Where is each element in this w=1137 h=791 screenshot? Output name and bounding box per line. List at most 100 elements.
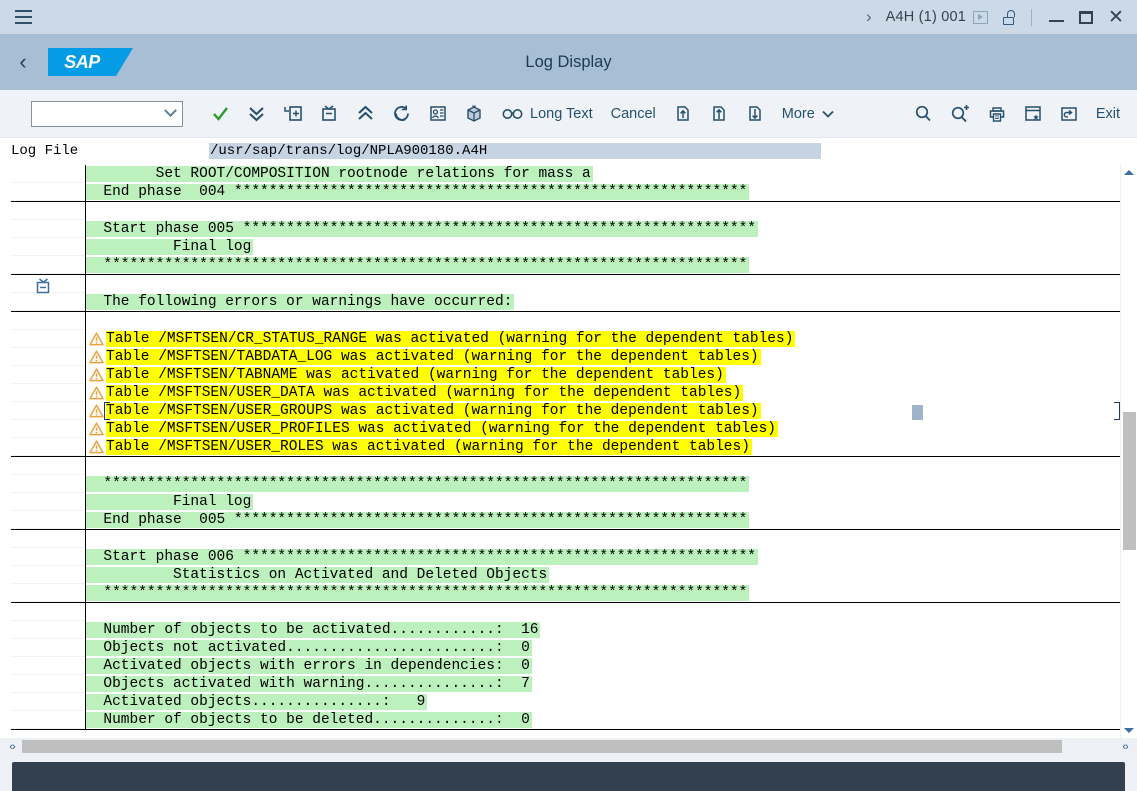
upload-button[interactable]: [701, 97, 737, 131]
collapse-all-button[interactable]: [347, 97, 384, 131]
long-text-button[interactable]: Long Text: [492, 97, 602, 131]
gutter-cell[interactable]: [11, 493, 85, 511]
gutter-cell[interactable]: [11, 348, 85, 366]
check-button[interactable]: [203, 97, 238, 131]
gutter-cell[interactable]: [11, 202, 85, 220]
expand-all-button[interactable]: [238, 97, 275, 131]
log-row[interactable]: ****************************************…: [86, 475, 1120, 493]
exit-button[interactable]: Exit: [1087, 97, 1129, 131]
hscroll-right-button[interactable]: ‹›: [1115, 741, 1135, 753]
collapse-node-button[interactable]: [311, 97, 347, 131]
package-button[interactable]: [456, 97, 492, 131]
gutter-cell[interactable]: [11, 384, 85, 402]
log-row[interactable]: Activated objects...............: 9: [86, 693, 1120, 711]
gutter-cell[interactable]: [11, 675, 85, 693]
gutter-cell[interactable]: [11, 238, 85, 256]
gutter-cell[interactable]: [11, 711, 85, 729]
log-row[interactable]: End phase 005 **************************…: [86, 511, 1120, 529]
log-row[interactable]: ****************************************…: [86, 256, 1120, 274]
collapse-node-icon[interactable]: [35, 278, 52, 300]
log-group-gutter[interactable]: [11, 530, 86, 602]
gutter-cell[interactable]: [11, 312, 85, 330]
refresh-button[interactable]: [384, 97, 420, 131]
minimize-button[interactable]: [1041, 2, 1071, 32]
find-button[interactable]: [905, 97, 942, 131]
gutter-cell[interactable]: [11, 183, 85, 201]
more-button[interactable]: More: [773, 97, 845, 131]
gutter-cell[interactable]: [11, 165, 85, 183]
gutter-cell[interactable]: [11, 366, 85, 384]
log-group-gutter[interactable]: [11, 165, 86, 201]
gutter-cell[interactable]: [11, 566, 85, 584]
gutter-cell[interactable]: [11, 657, 85, 675]
horizontal-scrollbar[interactable]: ‹› ‹›: [0, 738, 1137, 755]
search-input[interactable]: [31, 101, 183, 127]
log-row[interactable]: Table /MSFTSEN/TABNAME was activated (wa…: [86, 366, 1120, 384]
log-row[interactable]: Table /MSFTSEN/USER_GROUPS was activated…: [86, 402, 1120, 420]
log-row[interactable]: Final log: [86, 493, 1120, 511]
hscroll-left-button[interactable]: ‹›: [2, 741, 22, 753]
log-row[interactable]: Number of objects to be deleted.........…: [86, 711, 1120, 729]
play-box-icon[interactable]: [966, 11, 995, 24]
log-row[interactable]: Table /MSFTSEN/CR_STATUS_RANGE was activ…: [86, 330, 1120, 348]
generate-shortcut-button[interactable]: [1051, 97, 1087, 131]
gutter-cell[interactable]: [11, 475, 85, 493]
export-up-button[interactable]: [665, 97, 701, 131]
find-next-button[interactable]: [942, 97, 979, 131]
details-button[interactable]: [420, 97, 456, 131]
log-row[interactable]: Table /MSFTSEN/TABDATA_LOG was activated…: [86, 348, 1120, 366]
log-group-gutter[interactable]: [11, 457, 86, 529]
gutter-cell[interactable]: [11, 603, 85, 621]
log-row[interactable]: ****************************************…: [86, 584, 1120, 602]
create-session-button[interactable]: [1015, 97, 1051, 131]
vertical-scroll-thumb[interactable]: [1123, 412, 1136, 550]
cancel-button[interactable]: Cancel: [602, 97, 665, 131]
horizontal-scroll-track[interactable]: [22, 740, 1115, 753]
gutter-cell[interactable]: [11, 639, 85, 657]
log-row[interactable]: Objects not activated...................…: [86, 639, 1120, 657]
log-row[interactable]: Table /MSFTSEN/USER_ROLES was activated …: [86, 438, 1120, 456]
log-row[interactable]: Objects activated with warning..........…: [86, 675, 1120, 693]
hamburger-menu-icon[interactable]: [10, 4, 36, 30]
close-button[interactable]: ✕: [1101, 2, 1131, 32]
log-group-gutter[interactable]: [11, 603, 86, 729]
insert-line-button[interactable]: [275, 97, 311, 131]
log-row[interactable]: Table /MSFTSEN/USER_PROFILES was activat…: [86, 420, 1120, 438]
log-group-gutter[interactable]: [11, 202, 86, 274]
gutter-cell[interactable]: [11, 457, 85, 475]
unlock-icon[interactable]: [995, 10, 1022, 25]
gutter-cell[interactable]: [11, 330, 85, 348]
log-group-gutter[interactable]: [11, 312, 86, 456]
log-row[interactable]: Final log: [86, 238, 1120, 256]
log-row[interactable]: Start phase 005 ************************…: [86, 220, 1120, 238]
log-row[interactable]: Set ROOT/COMPOSITION rootnode relations …: [86, 165, 1120, 183]
gutter-cell[interactable]: [11, 220, 85, 238]
chevron-right-icon[interactable]: ›: [852, 7, 886, 27]
gutter-cell[interactable]: [11, 438, 85, 456]
gutter-cell[interactable]: [11, 621, 85, 639]
log-row[interactable]: Table /MSFTSEN/USER_DATA was activated (…: [86, 384, 1120, 402]
log-row[interactable]: Start phase 006 ************************…: [86, 548, 1120, 566]
log-row[interactable]: Number of objects to be activated.......…: [86, 621, 1120, 639]
gutter-cell[interactable]: [11, 511, 85, 529]
gutter-cell[interactable]: [11, 402, 85, 420]
scroll-down-arrow[interactable]: [1121, 722, 1137, 738]
gutter-cell[interactable]: [11, 693, 85, 711]
gutter-cell[interactable]: [11, 584, 85, 602]
download-button[interactable]: [737, 97, 773, 131]
log-grid[interactable]: Set ROOT/COMPOSITION rootnode relations …: [11, 164, 1120, 738]
log-row[interactable]: The following errors or warnings have oc…: [86, 293, 1120, 311]
log-row[interactable]: Activated objects with errors in depende…: [86, 657, 1120, 675]
vertical-scrollbar[interactable]: [1120, 164, 1137, 738]
gutter-cell[interactable]: [11, 530, 85, 548]
gutter-cell[interactable]: [11, 256, 85, 274]
log-row[interactable]: End phase 004 **************************…: [86, 183, 1120, 201]
maximize-button[interactable]: [1071, 2, 1101, 32]
gutter-cell[interactable]: [11, 420, 85, 438]
log-group-gutter[interactable]: [11, 275, 86, 311]
gutter-cell[interactable]: [11, 548, 85, 566]
log-row[interactable]: Statistics on Activated and Deleted Obje…: [86, 566, 1120, 584]
print-button[interactable]: [979, 97, 1015, 131]
vertical-scroll-track[interactable]: [1121, 180, 1137, 722]
scroll-up-arrow[interactable]: [1121, 164, 1137, 180]
